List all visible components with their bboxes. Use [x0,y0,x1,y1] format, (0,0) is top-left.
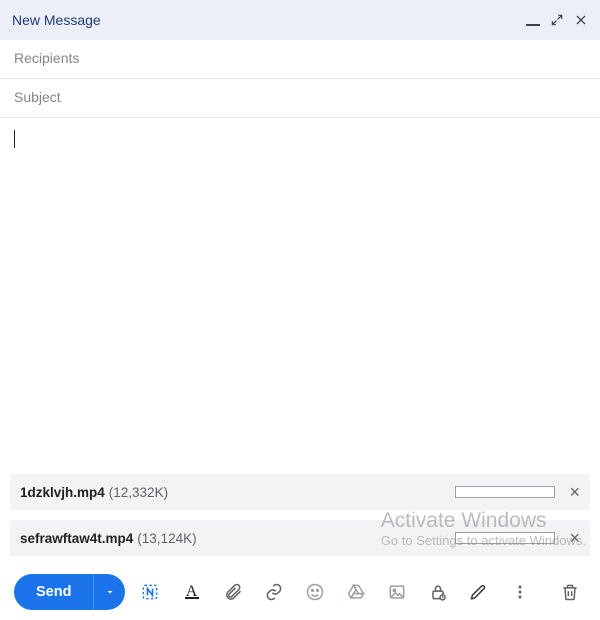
insert-drive-icon[interactable] [340,574,372,610]
grammar-check-icon[interactable] [134,574,166,610]
confidential-mode-icon[interactable] [422,574,454,610]
compose-titlebar: New Message [0,0,600,40]
subject-input[interactable] [14,89,586,105]
insert-signature-icon[interactable] [463,574,495,610]
attachments-list: 1dzklvjh.mp4 (12,332K) × sefrawftaw4t.mp… [0,474,600,564]
attachment-row: sefrawftaw4t.mp4 (13,124K) × [10,520,590,556]
insert-link-icon[interactable] [258,574,290,610]
close-icon[interactable] [574,13,588,27]
attachment-size: (13,124K) [137,531,196,546]
compose-toolbar: Send A [0,564,600,620]
upload-progress-bar [455,486,555,498]
discard-draft-icon[interactable] [554,574,586,610]
recipients-input[interactable] [14,50,586,66]
window-controls [526,12,588,28]
insert-emoji-icon[interactable] [299,574,331,610]
attachment-filename: sefrawftaw4t.mp4 [20,531,133,546]
send-options-button[interactable] [93,574,125,610]
fullscreen-icon[interactable] [550,13,564,27]
compose-title: New Message [12,12,526,28]
compose-window: New Message 1dzklvjh.mp4 [0,0,600,620]
send-button[interactable]: Send [14,574,93,610]
message-body[interactable] [0,118,600,474]
attachment-size: (12,332K) [109,485,168,500]
minimize-icon[interactable] [526,12,540,26]
formatting-icon[interactable]: A [176,574,208,610]
subject-row [0,79,600,118]
remove-attachment-icon[interactable]: × [569,528,580,549]
upload-progress-bar [455,532,555,544]
remove-attachment-icon[interactable]: × [569,482,580,503]
text-cursor [14,130,15,148]
insert-photo-icon[interactable] [381,574,413,610]
more-options-icon[interactable] [504,574,536,610]
attach-file-icon[interactable] [217,574,249,610]
recipients-row [0,40,600,79]
attachment-row: 1dzklvjh.mp4 (12,332K) × [10,474,590,510]
attachment-filename: 1dzklvjh.mp4 [20,485,105,500]
send-button-group: Send [14,574,125,610]
